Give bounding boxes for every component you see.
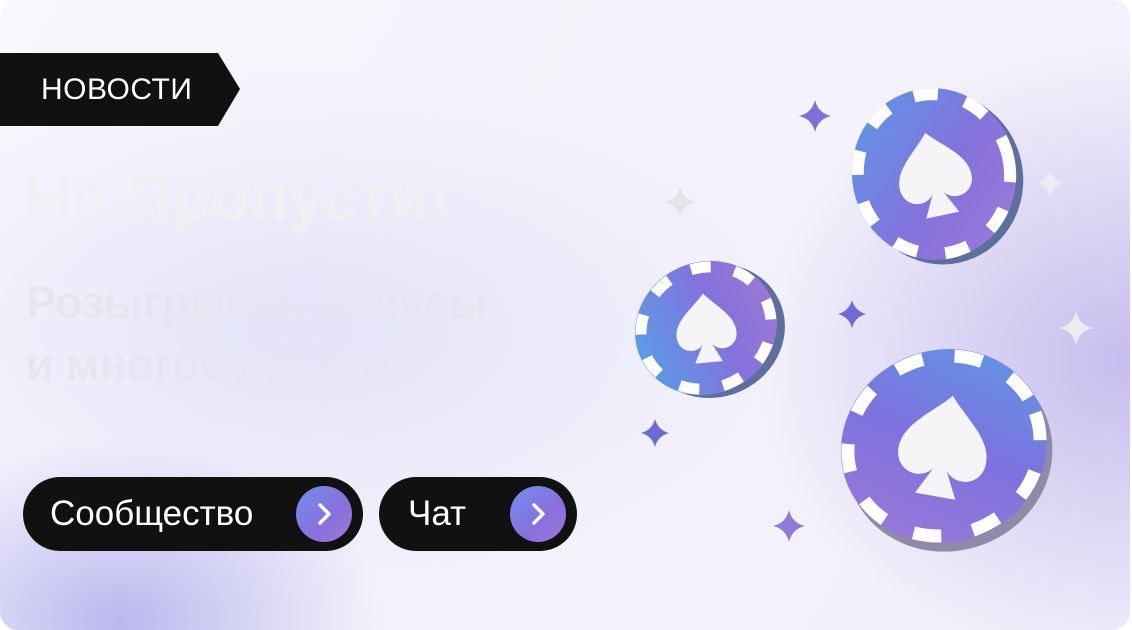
- sparkle-icon: [773, 510, 805, 542]
- sparkle-icon: [1037, 170, 1063, 196]
- news-banner[interactable]: НОВОСТИ Не Пропусти! Розыгрыши, бонусы и…: [0, 0, 1130, 630]
- poker-chip-icon: [851, 88, 1024, 265]
- sparkle-icon: [1059, 311, 1093, 345]
- poker-chip-icon: [635, 260, 785, 399]
- sparkle-icon: [665, 187, 695, 217]
- poker-chips-illustration: [635, 88, 1093, 552]
- sparkle-icon: [838, 300, 866, 328]
- sparkle-icon: [799, 100, 831, 132]
- sparkle-icon: [641, 419, 669, 447]
- poker-chip-icon: [840, 349, 1053, 552]
